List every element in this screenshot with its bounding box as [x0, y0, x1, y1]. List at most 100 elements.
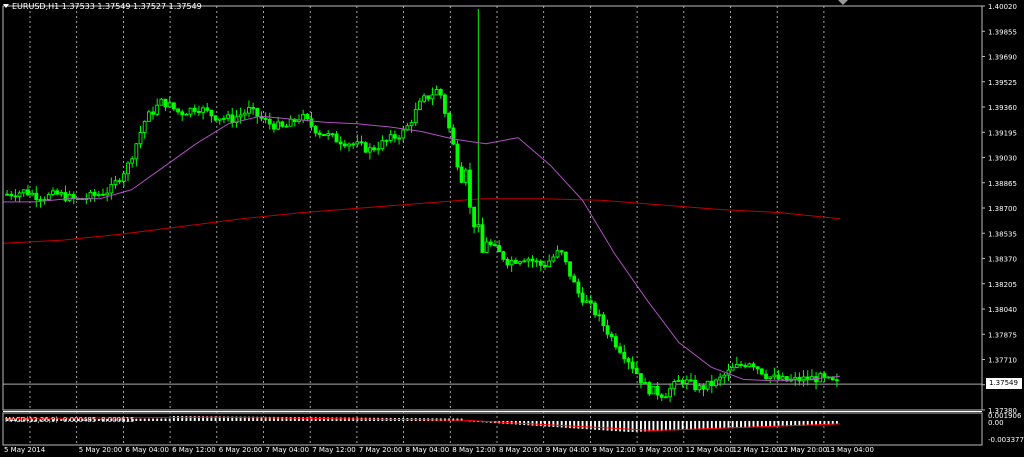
candle-body [472, 206, 477, 228]
candle-body [651, 385, 656, 395]
candle-body [768, 376, 773, 379]
candle-body [134, 143, 139, 160]
chart-shift-marker-icon[interactable] [838, 0, 848, 5]
window-menu-arrow-icon[interactable] [3, 4, 9, 8]
chart-title-text: EURUSD,H1 1.37533 1.37549 1.37527 1.3754… [12, 2, 202, 11]
candle-body [568, 261, 572, 277]
candle-body [455, 143, 460, 168]
candle-body [46, 193, 51, 201]
candle-body [588, 300, 593, 304]
candle-body [413, 109, 418, 124]
candle-body [513, 259, 518, 264]
y-tick-label: 1.37875 [988, 331, 1017, 339]
candle-body [26, 189, 30, 196]
candle-body [630, 361, 635, 369]
candle-body [709, 380, 714, 387]
candle-body [372, 147, 376, 151]
candle-body [96, 193, 101, 196]
candle-body [330, 133, 335, 136]
x-tick-label: 8 May 04:00 [406, 446, 450, 454]
candle-body [739, 363, 743, 366]
x-tick-label: 9 May 20:00 [639, 446, 683, 454]
candle-body [526, 258, 531, 262]
candle-body [167, 102, 172, 108]
x-tick-label: 8 May 20:00 [499, 446, 543, 454]
x-tick-label: 12 May 04:00 [686, 446, 734, 454]
candle-body [159, 98, 164, 106]
candle-body [163, 98, 168, 108]
y-tick-label: 1.39030 [988, 155, 1017, 163]
candle-body [126, 162, 130, 175]
candle-body [668, 388, 673, 398]
candle-body [684, 379, 689, 384]
candle-body [422, 95, 426, 102]
candle-body [392, 134, 397, 139]
candle-body [764, 373, 768, 379]
candle-body [196, 111, 201, 113]
candle-body [388, 134, 393, 141]
y-tick-label: 1.37710 [988, 357, 1017, 365]
candle-body [447, 112, 452, 129]
candle-body [693, 379, 698, 391]
candle-body [21, 189, 26, 194]
x-tick-label: 9 May 04:00 [546, 446, 590, 454]
y-tick-label: 1.39360 [988, 104, 1017, 112]
candle-body [222, 117, 226, 120]
candle-body [643, 382, 648, 385]
candle-body [171, 102, 176, 110]
candle-body [101, 193, 105, 196]
candle-body [121, 173, 126, 182]
candle-body [230, 114, 235, 123]
candle-body [609, 333, 614, 338]
x-tick-label: 6 May 04:00 [125, 446, 169, 454]
candle-body [622, 351, 627, 360]
y-tick-label: 1.40020 [988, 3, 1017, 11]
candle-body [793, 376, 798, 380]
candle-body [338, 141, 343, 145]
candle-body [597, 314, 602, 317]
candle-body [263, 117, 268, 120]
candle-body [272, 123, 276, 130]
x-tick-label: 13 May 04:00 [826, 446, 874, 454]
x-tick-label: 5 May 20:00 [79, 446, 123, 454]
candle-body [518, 261, 522, 264]
candle-body [522, 260, 527, 263]
x-tick-label: 6 May 20:00 [219, 446, 263, 454]
y-tick-label: 1.39690 [988, 54, 1017, 62]
y-tick-label: 1.39855 [988, 28, 1017, 36]
candle-body [71, 194, 76, 199]
candle-body [555, 250, 560, 258]
price-chart[interactable]: 5 May 2014 5 May 20:00 6 May 04:00 6 May 12… [0, 0, 1024, 457]
main-plot-frame [2, 5, 983, 411]
candle-body [355, 141, 360, 145]
candle-body [534, 260, 539, 263]
candle-body [109, 184, 114, 194]
candle-body [438, 89, 443, 96]
candle-body [209, 109, 214, 117]
candle-body [601, 314, 606, 327]
y-tick-label: 1.38700 [988, 205, 1017, 213]
candle-body [509, 259, 514, 266]
candle-body [463, 169, 468, 183]
candle-body [17, 192, 22, 198]
x-tick-label: 12 May 12:00 [733, 446, 781, 454]
x-tick-label: 12 May 20:00 [779, 446, 827, 454]
candle-body [659, 394, 664, 398]
candle-body [238, 114, 243, 118]
candle-body [759, 368, 764, 375]
candle-body [217, 118, 222, 121]
candle-body [267, 118, 272, 125]
candle-body [459, 166, 464, 183]
candle-body [434, 89, 439, 96]
candle-body [67, 194, 72, 201]
candle-body [559, 250, 564, 253]
x-tick-label: 5 May 2014 [4, 446, 46, 454]
candle-body [276, 121, 281, 130]
candle-body [488, 241, 493, 246]
candle-body [351, 143, 356, 146]
macd-y-tick-label: 0.00 [988, 419, 1004, 427]
candle-body [722, 374, 727, 378]
fast-ma-line [3, 115, 841, 382]
candle-body [384, 139, 389, 142]
y-tick-label: 1.38040 [988, 306, 1017, 314]
